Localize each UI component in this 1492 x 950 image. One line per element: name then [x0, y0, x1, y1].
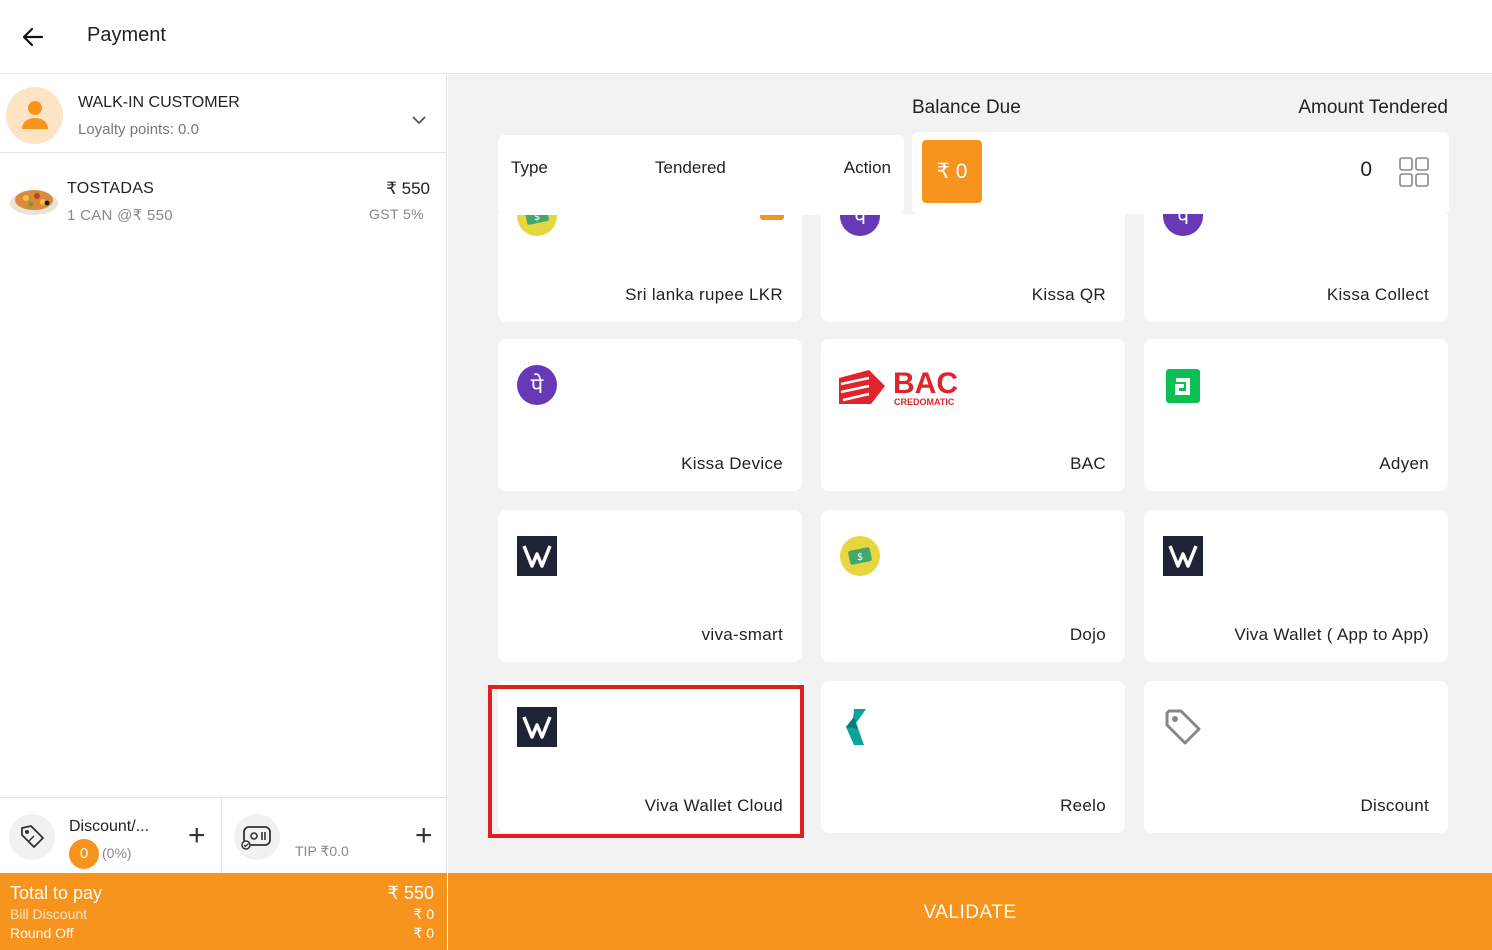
payment-method-card[interactable]: Reelo	[821, 681, 1125, 833]
item-quantity: 1 CAN @₹ 550	[67, 207, 173, 224]
payment-lines-header: Type Tendered Action	[498, 135, 904, 215]
avatar	[6, 87, 63, 144]
bac-logo-subtext: CREDOMATIC	[894, 397, 955, 407]
balance-due-label: Balance Due	[912, 97, 1021, 118]
payment-method-label: BAC	[1070, 454, 1106, 473]
payment-method-card[interactable]: viva-smart	[498, 510, 802, 662]
balance-due-badge: ₹ 0	[922, 140, 982, 203]
validate-button[interactable]: VALIDATE	[448, 873, 1492, 950]
payment-method-label: Adyen	[1379, 454, 1429, 473]
payment-method-label: Viva Wallet ( App to App)	[1234, 625, 1429, 644]
bac-logo-icon: BAC CREDOMATIC	[839, 366, 967, 413]
phonepe-icon: पे	[840, 214, 880, 241]
round-off-value: ₹ 0	[413, 925, 434, 941]
tendered-column-header: Tendered	[655, 158, 726, 177]
discount-percent: (0%)	[102, 845, 132, 861]
reelo-icon	[840, 707, 880, 752]
chevron-down-icon[interactable]	[410, 113, 428, 131]
loyalty-points: Loyalty points: 0.0	[78, 121, 199, 138]
viva-wallet-icon	[1163, 536, 1203, 581]
add-tip-icon[interactable]: +	[415, 821, 433, 851]
item-price: ₹ 550	[386, 179, 430, 198]
payment-method-label: Sri lanka rupee LKR	[625, 285, 783, 304]
payment-method-label: Kissa QR	[1031, 285, 1106, 304]
customer-selector[interactable]: WALK-IN CUSTOMER Loyalty points: 0.0	[0, 75, 447, 153]
numpad-grid-icon[interactable]	[1399, 157, 1429, 192]
tip-value: TIP ₹0.0	[295, 843, 349, 859]
round-off-label: Round Off	[10, 925, 74, 941]
money-icon: $	[840, 536, 880, 581]
total-label: Total to pay	[10, 883, 103, 903]
payment-method-label: Kissa Device	[681, 454, 783, 473]
tag-icon	[1163, 707, 1203, 752]
payment-method-card[interactable]: पे Kissa Device	[498, 339, 802, 491]
discount-label: Discount/...	[69, 818, 150, 835]
svg-text:पे: पे	[1177, 214, 1190, 230]
adyen-icon	[1166, 369, 1200, 408]
payment-method-card[interactable]: Viva Wallet ( App to App)	[1144, 510, 1448, 662]
back-arrow-icon[interactable]	[18, 22, 48, 52]
item-tax: GST 5%	[368, 206, 424, 222]
discount-tag-icon	[9, 814, 55, 860]
adjustments-bar: Discount/... 0 (0%) + TIP ₹0.0 +	[0, 797, 447, 874]
payment-method-card[interactable]: $ Dojo	[821, 510, 1125, 662]
payment-method-card[interactable]: BAC CREDOMATIC BAC	[821, 339, 1125, 491]
tip-control[interactable]: TIP ₹0.0 +	[222, 798, 447, 874]
food-thumbnail-icon	[9, 183, 59, 217]
action-column-header: Action	[843, 158, 891, 177]
amount-tendered-value[interactable]: 0	[1360, 158, 1372, 182]
payment-method-card[interactable]: Discount	[1144, 681, 1448, 833]
customer-name: WALK-IN CUSTOMER	[78, 94, 240, 111]
payment-method-card-selected[interactable]: Viva Wallet Cloud	[498, 681, 802, 833]
discount-control[interactable]: Discount/... 0 (0%) +	[0, 798, 222, 874]
bill-discount-label: Bill Discount	[10, 906, 88, 922]
order-panel: WALK-IN CUSTOMER Loyalty points: 0.0 TOS…	[0, 75, 447, 874]
payment-method-card[interactable]: पे Kissa QR	[821, 214, 1125, 322]
totals-summary: Total to pay ₹ 550 Bill Discount ₹ 0 Round…	[0, 873, 447, 950]
order-item[interactable]: TOSTADAS 1 CAN @₹ 550 ₹ 550 GST 5%	[0, 171, 447, 231]
svg-text:पे: पे	[531, 373, 544, 399]
payment-method-label: viva-smart	[701, 625, 783, 644]
phonepe-icon: पे	[1163, 214, 1203, 241]
payment-method-label: Dojo	[1069, 625, 1106, 644]
money-icon: $	[517, 214, 557, 241]
amount-display: ₹ 0 0	[912, 132, 1449, 214]
payment-method-label: Reelo	[1060, 796, 1106, 815]
tip-icon	[234, 814, 280, 860]
payment-method-label: Kissa Collect	[1326, 285, 1429, 304]
svg-text:$: $	[534, 214, 540, 223]
svg-text:$: $	[857, 552, 863, 563]
bill-discount-value: ₹ 0	[413, 906, 434, 922]
amount-tendered-label: Amount Tendered	[1298, 97, 1448, 118]
discount-count-badge: 0	[69, 839, 99, 869]
payment-method-label: Viva Wallet Cloud	[644, 796, 783, 815]
top-bar: Payment	[0, 0, 1492, 74]
total-value: ₹ 550	[387, 883, 435, 903]
add-discount-icon[interactable]: +	[188, 821, 206, 851]
payment-method-card[interactable]: $ Sri lanka rupee LKR	[498, 214, 802, 322]
viva-wallet-icon	[517, 707, 557, 752]
payment-method-card[interactable]: पे Kissa Collect	[1144, 214, 1448, 322]
viva-wallet-icon	[517, 536, 557, 581]
type-column-header: Type	[511, 158, 548, 177]
phonepe-icon: पे	[517, 365, 557, 410]
payment-method-card[interactable]: Adyen	[1144, 339, 1448, 491]
payment-methods-grid[interactable]: $ Sri lanka rupee LKR पे Kissa QR पे Kis…	[448, 214, 1492, 873]
payment-method-label: Discount	[1360, 796, 1429, 815]
page-title: Payment	[87, 24, 166, 46]
bac-logo-text: BAC	[893, 367, 958, 400]
payment-panel: Balance Due Amount Tendered Type Tendere…	[448, 75, 1492, 873]
item-name: TOSTADAS	[67, 180, 155, 197]
